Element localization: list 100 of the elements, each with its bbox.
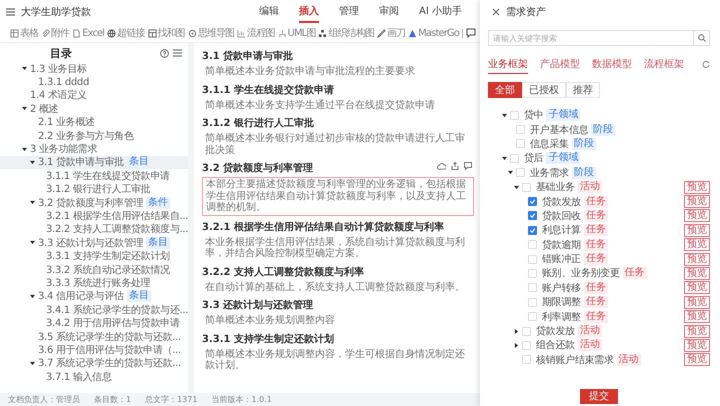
comment-icon[interactable] <box>464 162 472 170</box>
toolbar-button[interactable]: Excel <box>72 28 104 38</box>
toolbar-button[interactable]: 表格 <box>10 26 38 40</box>
caret-icon[interactable] <box>22 146 27 152</box>
outline-item[interactable]: 1.3 业务目标 <box>0 62 188 76</box>
outline-item[interactable]: 3.1.2 银行进行人工审批 <box>0 182 188 196</box>
outline-item[interactable]: 2.2 业务参与方与角色 <box>0 128 188 142</box>
category-tab[interactable]: 数据模型 <box>592 54 632 74</box>
tree-item-label[interactable]: 开户基本信息 <box>530 122 588 137</box>
caret-icon[interactable] <box>514 184 519 190</box>
caret-icon[interactable] <box>22 106 27 112</box>
outline-item[interactable]: 3.2 贷款额度与利率管理 条件 <box>0 196 188 210</box>
checkbox[interactable] <box>528 197 537 206</box>
preview-button[interactable]: 预览 <box>684 195 710 208</box>
outline-item[interactable]: 1.3.1 dddd <box>0 75 188 89</box>
tree-item-label[interactable]: 账别、业务别变更 <box>542 266 620 280</box>
outline-item[interactable]: 3.7 系统记录学生的贷款与还款... <box>0 356 188 370</box>
outline-item[interactable]: 3.2.2 支持人工调整贷款额度与... <box>0 222 188 236</box>
caret-icon[interactable] <box>30 294 35 299</box>
outline-item[interactable]: 2.1 业务概述 <box>0 116 188 129</box>
filter-button[interactable]: 推荐 <box>566 82 600 98</box>
filter-button[interactable]: 全部 <box>488 82 522 98</box>
toolbar-button[interactable]: 思维导图 <box>188 26 234 40</box>
outline-item[interactable]: 3.4.1 系统记录学生的贷款与还... <box>0 303 188 316</box>
menu-icon[interactable] <box>6 8 15 16</box>
caret-icon[interactable] <box>30 240 35 246</box>
refresh-icon[interactable] <box>702 60 710 68</box>
preview-button[interactable]: 预览 <box>684 296 710 309</box>
outline-item[interactable]: 3.3.2 系统自动记录还款情况 <box>0 262 188 276</box>
category-tab[interactable]: 流程框架 <box>644 54 684 74</box>
list-icon[interactable] <box>173 49 182 57</box>
search-button[interactable] <box>694 30 710 46</box>
search-field[interactable]: 请输入关键字搜索 <box>488 30 694 46</box>
cloud-icon[interactable] <box>437 162 446 170</box>
preview-button[interactable]: 预览 <box>684 353 710 366</box>
tree-item-label[interactable]: 信息采集 <box>530 136 569 151</box>
outline-item[interactable]: 1.4 术语定义 <box>0 88 188 102</box>
toolbar-button[interactable]: 组织结构图 <box>318 26 374 40</box>
preview-button[interactable]: 预览 <box>684 324 710 338</box>
caret-icon[interactable] <box>514 328 519 334</box>
preview-button[interactable]: 预览 <box>684 338 710 352</box>
preview-button[interactable]: 预览 <box>684 238 710 252</box>
outline-item[interactable]: 3.3.3 系统进行账务处理 <box>0 276 188 290</box>
caret-icon[interactable] <box>502 156 507 161</box>
outline-item[interactable]: 3.2.1 根据学生信用评估结果自... <box>0 209 188 223</box>
category-tab[interactable]: 业务框架 <box>488 54 528 74</box>
preview-button[interactable]: 预览 <box>684 266 710 280</box>
menu-tab[interactable]: AI 小助手 <box>419 1 462 23</box>
checkbox[interactable] <box>528 211 537 220</box>
submit-button[interactable]: 提交 <box>580 388 618 404</box>
filter-button[interactable]: 已授权 <box>522 82 566 98</box>
tree-item-label[interactable]: 组合还款 <box>536 338 575 352</box>
toolbar-button[interactable]: 画刀 <box>376 26 406 40</box>
checkbox[interactable] <box>528 226 537 235</box>
preview-button[interactable]: 预览 <box>684 180 710 194</box>
tree-item-label[interactable]: 贷中 <box>524 108 544 122</box>
tree-item-label[interactable]: 核销账户结束需求 <box>536 352 614 367</box>
tree-item-label[interactable]: 贷款回收 <box>542 208 581 223</box>
tree-item-label[interactable]: 账户转移 <box>542 280 581 295</box>
caret-icon[interactable] <box>22 66 27 72</box>
outline-item[interactable]: 3.7.1 输入信息 <box>0 370 188 384</box>
caret-icon[interactable] <box>30 160 35 165</box>
toolbar-button[interactable]: 找和图 <box>148 26 185 40</box>
category-tab[interactable]: 产品模型 <box>540 54 580 74</box>
preview-button[interactable]: 预览 <box>684 281 710 294</box>
outline-item[interactable]: 3.4 信用记录与评估 条目 <box>0 290 188 304</box>
tree-item-label[interactable]: 贷款发放 <box>542 194 581 209</box>
toolbar-button[interactable]: 流程图 <box>237 26 275 40</box>
tree-item-label[interactable]: 基础业务 <box>536 180 575 194</box>
preview-button[interactable]: 预览 <box>684 252 710 266</box>
outline-item[interactable]: 3.1.1 学生在线提交贷款申请 <box>0 169 188 183</box>
preview-button[interactable]: 预览 <box>684 310 710 324</box>
caret-icon[interactable] <box>514 342 519 348</box>
outline-item[interactable]: 3.3 还款计划与还款管理 条目 <box>0 236 188 250</box>
tree-item-label[interactable]: 贷款逾期 <box>542 238 581 252</box>
toolbar-button[interactable]: 附件 <box>40 26 70 40</box>
menu-tab[interactable]: 编辑 <box>259 1 279 23</box>
tree-item-label[interactable]: 错账冲正 <box>542 252 581 266</box>
toolbar-button[interactable]: 超链接 <box>107 26 144 40</box>
tree-item-label[interactable]: 业务需求 <box>530 166 569 180</box>
caret-icon[interactable] <box>30 200 35 206</box>
search-icon[interactable] <box>698 34 706 42</box>
outline-item[interactable]: 3.4.2 用于信用评估与贷款申请 <box>0 316 188 330</box>
caret-icon[interactable] <box>508 170 513 176</box>
export-icon[interactable] <box>451 162 459 170</box>
tree-item-label[interactable]: 期限调整 <box>542 295 581 310</box>
caret-icon[interactable] <box>30 360 35 366</box>
comment-icon[interactable] <box>466 28 476 38</box>
outline-item[interactable]: 3 业务功能需求 <box>0 142 188 156</box>
preview-button[interactable]: 预览 <box>684 224 710 237</box>
help-icon[interactable] <box>160 48 169 58</box>
tree-item-label[interactable]: 贷后 <box>524 151 544 166</box>
outline-item[interactable]: 3.6 用于信用评估与贷款申请（... <box>0 343 188 357</box>
close-icon[interactable] <box>492 8 500 16</box>
menu-tab[interactable]: 审阅 <box>379 1 399 23</box>
outline-item[interactable]: 2 概述 <box>0 102 188 116</box>
menu-tab[interactable]: 管理 <box>339 1 359 23</box>
tree-item-label[interactable]: 利率调整 <box>542 310 581 324</box>
toolbar-button[interactable]: MasterGo <box>408 28 459 38</box>
tree-item-label[interactable]: 利息计算 <box>542 223 581 238</box>
